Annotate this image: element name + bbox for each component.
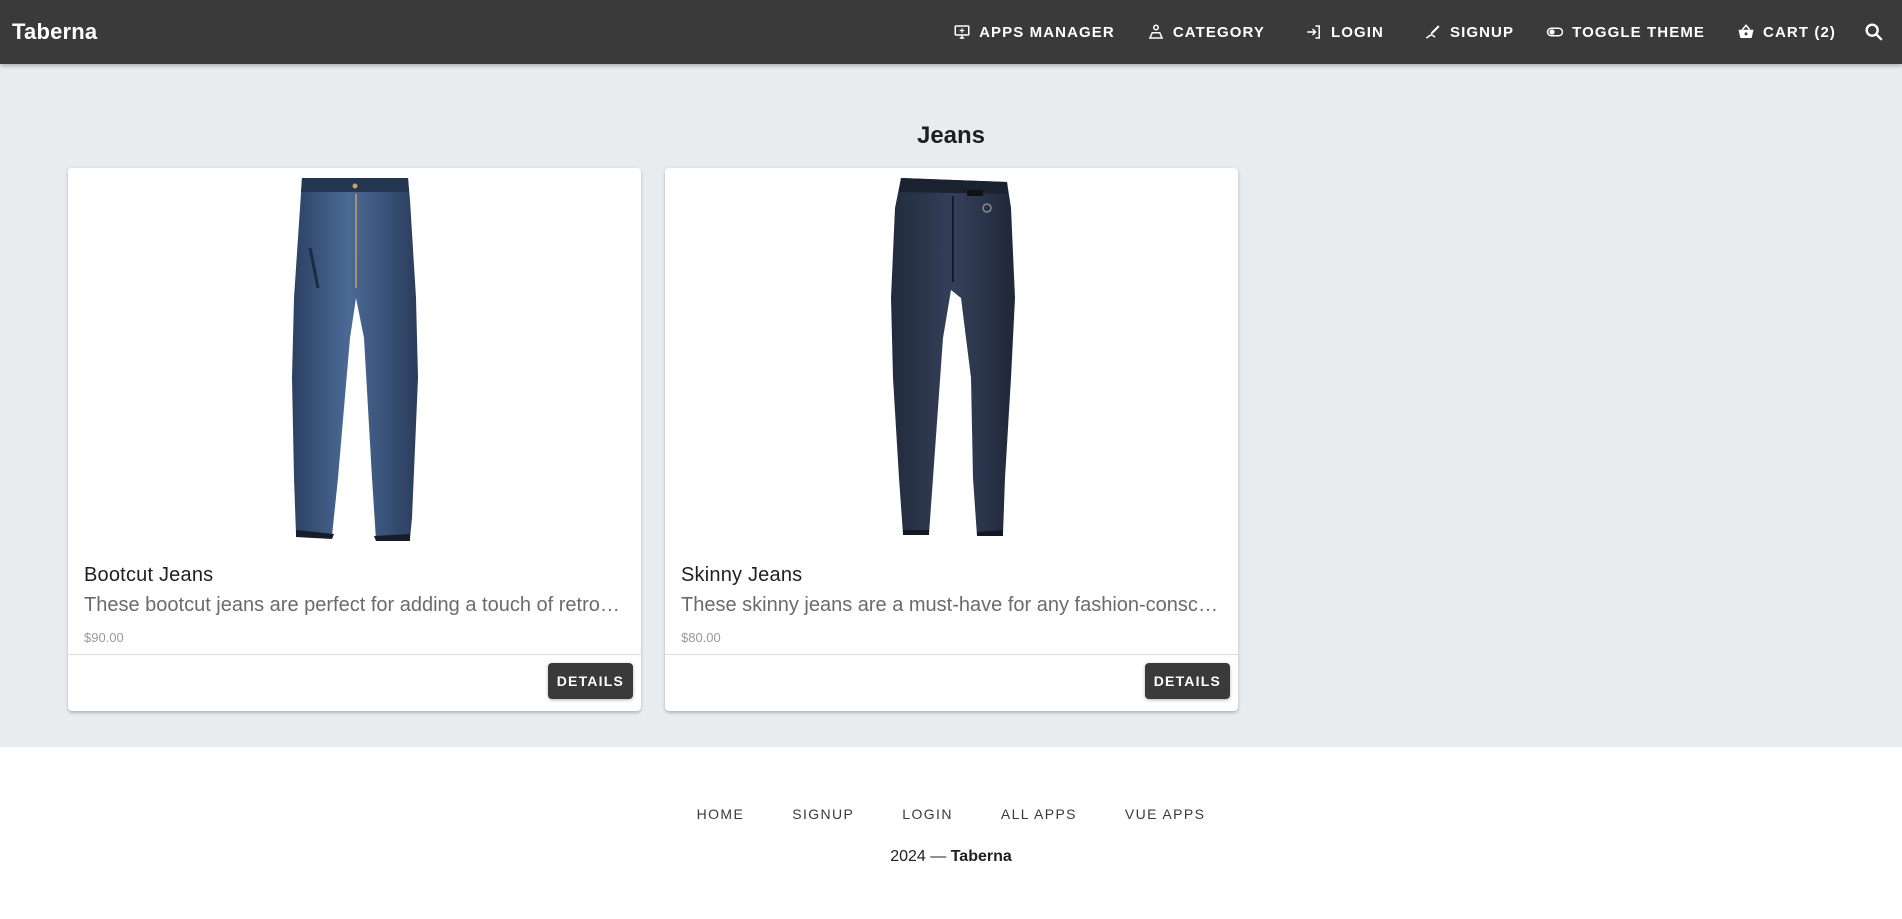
footer-year: 2024 — [890, 848, 947, 865]
cart-label: Cart (2) [1763, 23, 1836, 41]
product-name[interactable]: Skinny Jeans [681, 564, 802, 587]
product-description: These bootcut jeans are perfect for addi… [84, 594, 624, 616]
category-button[interactable]: Category [1131, 12, 1281, 52]
card-divider [68, 654, 641, 655]
product-card: Bootcut Jeans These bootcut jeans are pe… [68, 168, 641, 711]
product-price: $90.00 [84, 630, 124, 645]
toggle-theme-label: Toggle Theme [1572, 23, 1706, 41]
top-nav: Apps Manager Category Login Signup Toggl… [937, 0, 1902, 64]
signup-button[interactable]: Signup [1408, 12, 1530, 52]
draw-icon [1424, 23, 1442, 41]
login-button[interactable]: Login [1289, 12, 1400, 52]
search-button[interactable] [1852, 10, 1896, 54]
page-title: Jeans [916, 122, 986, 149]
category-label: Category [1172, 23, 1265, 41]
product-description: These skinny jeans are a must-have for a… [681, 594, 1221, 616]
footer: Home Signup Login All Apps Vue Apps 2024… [0, 747, 1902, 919]
footer-brand: Taberna [950, 848, 1012, 865]
signup-label: Signup [1449, 23, 1515, 41]
monitor-icon [953, 23, 971, 41]
product-card: Skinny Jeans These skinny jeans are a mu… [665, 168, 1238, 711]
cart-button[interactable]: Cart (2) [1721, 12, 1852, 52]
login-label: Login [1330, 23, 1384, 41]
toggle-icon [1546, 23, 1564, 41]
person-icon [1147, 23, 1165, 41]
app-bar: Taberna Apps Manager Category Login Sign… [0, 0, 1902, 64]
footer-link-vue-apps[interactable]: Vue Apps [1101, 796, 1229, 832]
product-name[interactable]: Bootcut Jeans [84, 564, 213, 587]
basket-icon [1737, 23, 1755, 41]
main-content: Jeans Bootcut Jeans These bootcut jeans … [0, 64, 1902, 747]
footer-link-home[interactable]: Home [673, 796, 769, 832]
brand-title[interactable]: Taberna [12, 0, 97, 64]
footer-links: Home Signup Login All Apps Vue Apps [0, 796, 1902, 832]
card-divider [665, 654, 1238, 655]
footer-copyright: 2024 — Taberna [0, 848, 1902, 866]
skinny-jeans-image [665, 168, 1238, 552]
search-icon [1865, 23, 1883, 41]
apps-manager-button[interactable]: Apps Manager [937, 12, 1131, 52]
details-button[interactable]: Details [1144, 663, 1230, 699]
details-button[interactable]: Details [547, 663, 633, 699]
footer-link-login[interactable]: Login [878, 796, 977, 832]
toggle-theme-button[interactable]: Toggle Theme [1530, 12, 1721, 52]
bootcut-jeans-image [68, 168, 641, 552]
login-icon [1305, 23, 1323, 41]
footer-link-all-apps[interactable]: All Apps [977, 796, 1101, 832]
apps-manager-label: Apps Manager [979, 23, 1115, 41]
footer-link-signup[interactable]: Signup [768, 796, 878, 832]
product-price: $80.00 [681, 630, 721, 645]
